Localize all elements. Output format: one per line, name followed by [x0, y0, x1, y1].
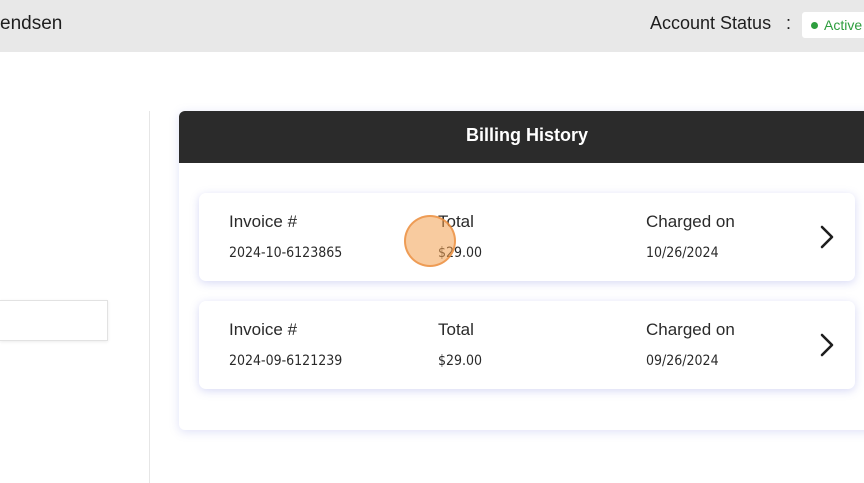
status-text: Active — [824, 17, 863, 33]
chevron-right-icon[interactable] — [817, 223, 837, 251]
total-value: $29.00 — [438, 245, 483, 261]
invoice-number: 2024-09-6121239 — [229, 353, 343, 369]
invoice-row[interactable]: Invoice # 2024-09-6121239 Total $29.00 C… — [199, 301, 855, 389]
total-label: Total — [438, 212, 474, 231]
charged-on-date: 09/26/2024 — [646, 353, 719, 369]
chevron-right-icon[interactable] — [817, 331, 837, 359]
billing-history-header: Billing History — [179, 111, 864, 163]
account-status-label: Account Status — [650, 13, 772, 33]
left-panel-field[interactable] — [0, 300, 108, 341]
charged-on-label: Charged on — [646, 212, 735, 231]
invoice-row[interactable]: Invoice # 2024-10-6123865 Total $29.00 C… — [199, 193, 855, 281]
account-status-separator: : — [786, 13, 792, 33]
invoice-number-label: Invoice # — [229, 320, 298, 339]
user-name: endsen — [0, 13, 63, 34]
invoice-number-label: Invoice # — [229, 212, 298, 231]
status-dot-icon — [811, 21, 818, 29]
invoice-number: 2024-10-6123865 — [229, 245, 343, 261]
charged-on-date: 10/26/2024 — [646, 245, 719, 261]
top-bar: endsen Account Status : Active — [0, 0, 864, 52]
total-label: Total — [438, 320, 474, 339]
total-value: $29.00 — [438, 353, 483, 369]
billing-history-card: Billing History Invoice # 2024-10-612386… — [179, 111, 864, 430]
panel-divider — [149, 111, 150, 483]
billing-history-title: Billing History — [465, 125, 588, 145]
charged-on-label: Charged on — [646, 320, 735, 339]
status-badge: Active — [802, 12, 864, 38]
